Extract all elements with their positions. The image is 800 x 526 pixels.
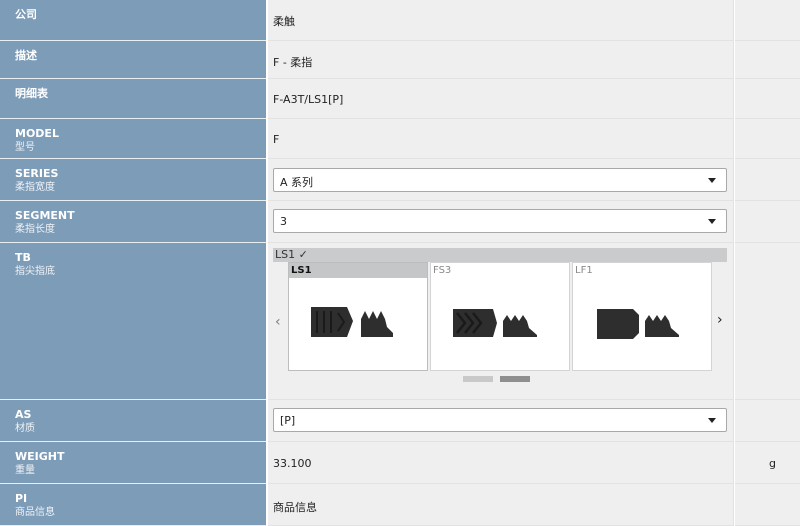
unit-series-cell [735,159,800,201]
tb-option-label: FS3 [433,265,452,276]
chevron-left-icon[interactable]: ‹ [275,315,281,329]
carousel-page-dot-2[interactable] [500,376,530,382]
series-select[interactable]: A 系列 [273,168,727,192]
row-as: AS 材质 [P] [0,400,800,442]
label-company: 公司 [0,0,266,41]
label-description: 描述 [0,41,266,79]
value-series-cell: A 系列 [268,159,734,201]
unit-company-cell [735,0,800,41]
row-model: MODEL 型号 F [0,119,800,159]
tb-option-label: LF1 [575,265,593,276]
label-series: SERIES 柔指宽度 [0,159,266,201]
tb-option-label: LS1 [289,263,427,278]
description-value: F - 柔指 [273,56,313,69]
chevron-down-icon [708,219,716,224]
label-pi: PI 商品信息 [0,484,266,526]
row-weight: WEIGHT 重量 33.100 g [0,442,800,484]
value-model-cell: F [268,119,734,159]
row-description: 描述 F - 柔指 [0,41,800,79]
carousel-page-dot-1[interactable] [463,376,493,382]
value-as-cell: [P] [268,400,734,442]
row-pi: PI 商品信息 商品信息 [0,484,800,526]
row-segment: SEGMENT 柔指长度 3 [0,201,800,243]
chevron-down-icon [708,418,716,423]
unit-as-cell [735,400,800,442]
label-model: MODEL 型号 [0,119,266,159]
product-info-link[interactable]: 商品信息 [273,499,317,515]
material-select[interactable]: [P] [273,408,727,432]
chevron-right-icon[interactable]: › [717,313,723,327]
value-tb-cell: LS1 ✓ ‹ LS1 FS3 LF1 › [268,243,734,400]
row-spec: 明细表 F-A3T/LS1[P] [0,79,800,119]
value-weight-cell: 33.100 [268,442,734,484]
tb-option-lf1[interactable]: LF1 [572,262,712,371]
model-value: F [273,133,280,146]
row-tb: TB 指尖指底 LS1 ✓ ‹ LS1 FS3 LF1 › [0,243,800,400]
value-spec-cell: F-A3T/LS1[P] [268,79,734,119]
company-value: 柔触 [273,15,295,28]
label-as: AS 材质 [0,400,266,442]
tb-selected-text: LS1 ✓ [275,248,308,261]
fingertip-lf1-image [597,309,679,339]
unit-weight-cell: g [735,442,800,484]
label-tb: TB 指尖指底 [0,243,266,400]
row-company: 公司 柔触 [0,0,800,41]
segment-select[interactable]: 3 [273,209,727,233]
label-spec: 明细表 [0,79,266,119]
unit-segment-cell [735,201,800,243]
fingertip-ls1-image [311,307,393,337]
spec-value: F-A3T/LS1[P] [273,93,344,106]
value-pi-cell: 商品信息 [268,484,734,526]
label-segment: SEGMENT 柔指长度 [0,201,266,243]
tb-option-fs3[interactable]: FS3 [430,262,570,371]
tb-selected-bar: LS1 ✓ [273,248,727,262]
value-segment-cell: 3 [268,201,734,243]
chevron-down-icon [708,178,716,183]
unit-spec-cell [735,79,800,119]
value-description-cell: F - 柔指 [268,41,734,79]
unit-model-cell [735,119,800,159]
unit-pi-cell [735,484,800,526]
value-company-cell: 柔触 [268,0,734,41]
fingertip-fs3-image [453,309,537,337]
label-weight: WEIGHT 重量 [0,442,266,484]
weight-unit: g [769,457,776,470]
tb-option-ls1[interactable]: LS1 [288,262,428,371]
weight-value: 33.100 [273,457,312,470]
unit-tb-cell [735,243,800,400]
unit-description-cell [735,41,800,79]
row-series: SERIES 柔指宽度 A 系列 [0,159,800,201]
